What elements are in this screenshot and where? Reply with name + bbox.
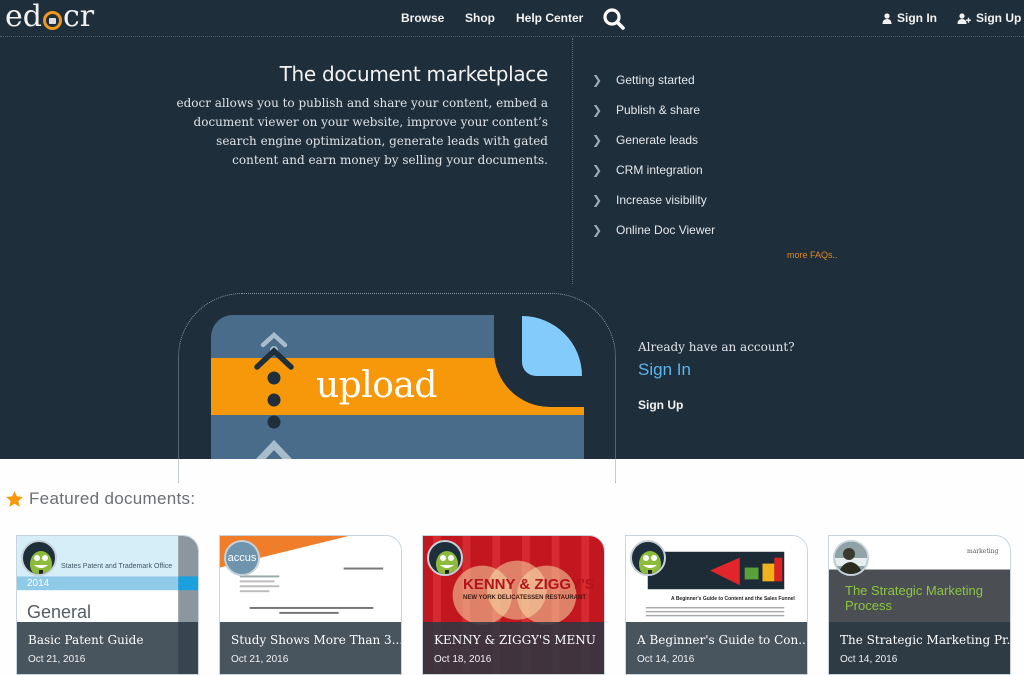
- faq-label: Getting started: [616, 73, 695, 87]
- faq-label: Online Doc Viewer: [616, 223, 716, 237]
- chevron-right-icon: ❯: [592, 133, 603, 147]
- chevron-right-icon: ❯: [592, 163, 603, 177]
- logo-text-suffix: cr: [62, 0, 95, 34]
- document-card[interactable]: accus Study Shows More Than 3... Oct 21,…: [219, 535, 402, 675]
- faq-label: Publish & share: [616, 103, 701, 117]
- thumbnail-year-text: 2014: [27, 578, 50, 589]
- thumbnail-heading-text: The Strategic Marketing Process: [845, 583, 984, 613]
- card-title: A Beginner's Guide to Con...: [637, 633, 808, 647]
- upload-button[interactable]: upload: [211, 315, 584, 459]
- faq-list: ❯ Getting started ❯ Publish & share ❯ Gener…: [592, 65, 715, 245]
- card-date: Oct 21, 2016: [28, 654, 86, 665]
- thumbnail-org-text: States Patent and Trademark Office: [61, 563, 173, 570]
- card-title: Basic Patent Guide: [28, 633, 144, 647]
- logo-text-prefix: ed: [5, 0, 42, 34]
- avatar[interactable]: [427, 540, 463, 576]
- thumbnail-sub-text: NEW YORK DELICATESSEN RESTAURANT: [463, 595, 587, 601]
- chevron-right-icon: ❯: [592, 103, 603, 117]
- nav-shop-link[interactable]: Shop: [465, 11, 495, 25]
- chevron-right-icon: ❯: [592, 223, 603, 237]
- page-headline: The document marketplace: [279, 62, 549, 86]
- section-divider: [572, 38, 573, 284]
- document-flap-icon: [522, 316, 582, 376]
- card-overlay: [17, 622, 198, 674]
- card-date: Oct 14, 2016: [840, 654, 898, 665]
- thumbnail-heading-text: KENNY & ZIGGY'S: [463, 576, 595, 593]
- avatar[interactable]: [833, 540, 869, 576]
- card-title: The Strategic Marketing Pr...: [840, 633, 1011, 647]
- header-sign-up-link[interactable]: Sign Up: [976, 11, 1021, 25]
- faq-item-getting-started[interactable]: ❯ Getting started: [592, 65, 715, 95]
- avatar[interactable]: [21, 540, 57, 576]
- header-sign-in[interactable]: Sign In: [882, 0, 937, 36]
- faq-item-generate-leads[interactable]: ❯ Generate leads: [592, 125, 715, 155]
- hero-section: ed cr Browse Shop Help Center Sign In Sig…: [0, 0, 1024, 483]
- card-title: KENNY & ZIGGY'S MENU: [434, 633, 596, 647]
- card-title: Study Shows More Than 3...: [231, 633, 402, 647]
- card-overlay: [220, 622, 401, 674]
- sign-up-link[interactable]: Sign Up: [638, 398, 683, 412]
- document-card[interactable]: States Patent and Trademark Office 2014 …: [16, 535, 199, 675]
- card-date: Oct 14, 2016: [637, 654, 695, 665]
- search-icon[interactable]: [602, 7, 626, 31]
- nav-help-center-link[interactable]: Help Center: [516, 11, 583, 25]
- document-card[interactable]: A Beginner's Guide to Content and the Sa…: [625, 535, 808, 675]
- add-user-icon: [957, 12, 971, 24]
- document-card[interactable]: KENNY & ZIGGY'S NEW YORK DELICATESSEN RE…: [422, 535, 605, 675]
- document-card[interactable]: marketing The Strategic Marketing Proces…: [828, 535, 1011, 675]
- header-sign-in-link[interactable]: Sign In: [897, 11, 937, 25]
- upload-label: upload: [316, 365, 437, 406]
- star-icon: [6, 491, 23, 507]
- top-navigation-bar: ed cr Browse Shop Help Center Sign In Sig…: [0, 0, 1024, 37]
- featured-documents-heading: Featured documents:: [6, 489, 195, 509]
- thumbnail-brand-text: marketing: [967, 548, 999, 555]
- avatar-text: accus: [227, 552, 257, 564]
- nav-browse-link[interactable]: Browse: [401, 11, 444, 25]
- featured-title-text: Featured documents:: [29, 489, 196, 508]
- faq-label: Increase visibility: [616, 193, 707, 207]
- card-overlay: [423, 622, 604, 674]
- account-question: Already have an account?: [638, 340, 795, 354]
- faq-label: Generate leads: [616, 133, 699, 147]
- chevron-right-icon: ❯: [592, 193, 603, 207]
- card-overlay: [829, 622, 1010, 674]
- header-sign-up[interactable]: Sign Up: [957, 0, 1021, 36]
- upload-arrow-icon: [254, 331, 294, 459]
- thumbnail-heading-text: General: [27, 602, 92, 622]
- faq-item-crm-integration[interactable]: ❯ CRM integration: [592, 155, 715, 185]
- user-icon: [882, 12, 892, 24]
- logo-document-icon: [42, 10, 62, 30]
- edocr-logo[interactable]: ed cr: [5, 1, 94, 33]
- hero-description: edocr allows you to publish and share yo…: [176, 96, 548, 167]
- faq-item-increase-visibility[interactable]: ❯ Increase visibility: [592, 185, 715, 215]
- card-overlay: [626, 622, 807, 674]
- card-date: Oct 21, 2016: [231, 654, 289, 665]
- nav-help-center[interactable]: Help Center: [516, 0, 583, 36]
- thumbnail-heading-text: A Beginner's Guide to Content and the Sa…: [671, 596, 795, 602]
- more-faqs-link[interactable]: more FAQs..: [787, 250, 838, 260]
- faq-label: CRM integration: [616, 163, 703, 177]
- nav-browse[interactable]: Browse: [401, 0, 444, 36]
- avatar[interactable]: [630, 540, 666, 576]
- nav-shop[interactable]: Shop: [465, 0, 495, 36]
- faq-item-online-doc-viewer[interactable]: ❯ Online Doc Viewer: [592, 215, 715, 245]
- faq-item-publish-share[interactable]: ❯ Publish & share: [592, 95, 715, 125]
- sign-in-link[interactable]: Sign In: [638, 360, 691, 380]
- chevron-right-icon: ❯: [592, 73, 603, 87]
- card-date: Oct 18, 2016: [434, 654, 492, 665]
- avatar[interactable]: accus: [224, 540, 260, 576]
